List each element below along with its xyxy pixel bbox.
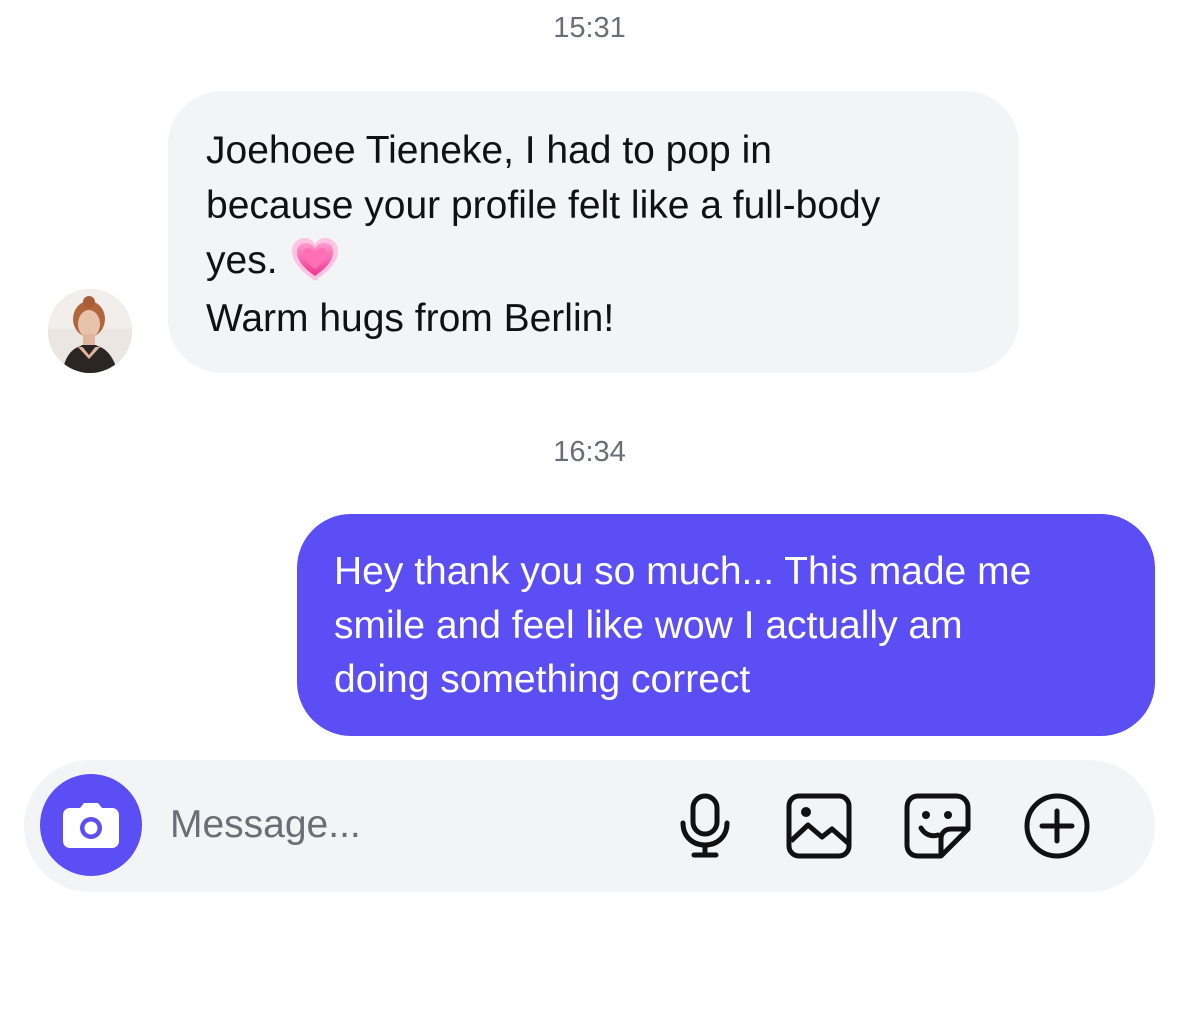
- message-text-line: Hey thank you so much... This made me: [334, 550, 1032, 593]
- gallery-button[interactable]: [783, 790, 855, 862]
- incoming-message-bubble[interactable]: Joehoee Tieneke, I had to pop in because…: [168, 91, 1019, 373]
- growing-heart-icon: [290, 235, 340, 285]
- camera-button[interactable]: [40, 774, 142, 876]
- outgoing-message-bubble[interactable]: Hey thank you so much... This made me sm…: [297, 514, 1155, 736]
- message-text-line: Joehoee Tieneke, I had to pop in: [206, 129, 772, 172]
- message-text-line: doing something correct: [334, 658, 751, 701]
- message-text-line: yes.: [206, 233, 983, 288]
- message-text-line: smile and feel like wow I actually am: [334, 604, 963, 647]
- message-timestamp: 16:34: [553, 436, 626, 468]
- profile-photo-avatar: [48, 289, 132, 373]
- microphone-icon: [680, 793, 730, 858]
- message-text-line: Warm hugs from Berlin!: [206, 297, 615, 340]
- voice-message-button[interactable]: [669, 790, 741, 862]
- message-composer: [24, 760, 1155, 892]
- more-options-button[interactable]: [1021, 790, 1093, 862]
- sticker-button[interactable]: [902, 790, 974, 862]
- plus-circle-icon: [1024, 793, 1090, 859]
- message-text-line: because your profile felt like a full-bo…: [206, 184, 881, 227]
- sticker-icon: [904, 793, 971, 859]
- camera-icon: [63, 803, 119, 848]
- image-gallery-icon: [786, 793, 852, 859]
- message-timestamp: 15:31: [553, 12, 626, 44]
- message-input[interactable]: [170, 800, 610, 850]
- sender-avatar[interactable]: [48, 289, 132, 373]
